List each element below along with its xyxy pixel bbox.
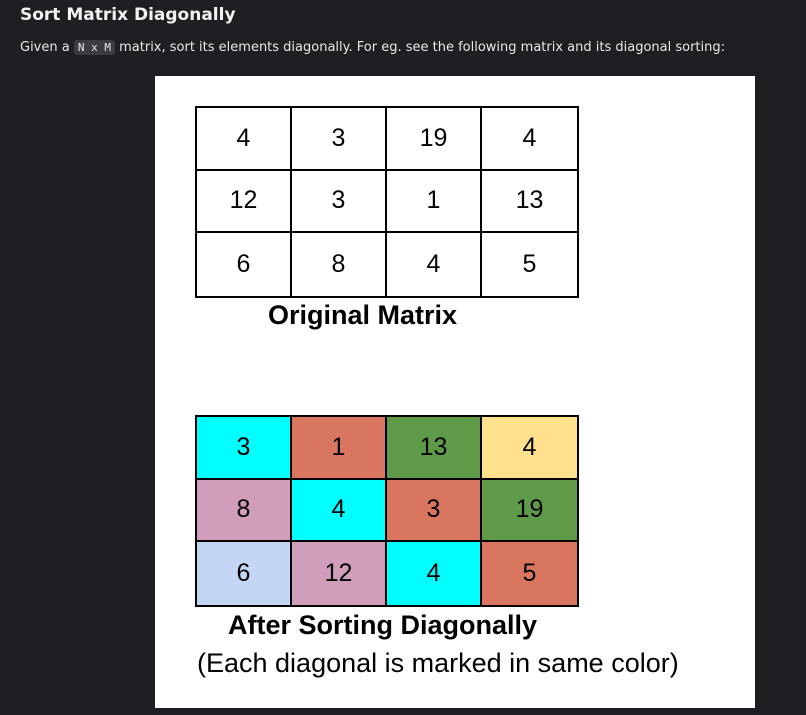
original-cell-1-2: 1 xyxy=(387,170,482,234)
description-suffix: matrix, sort its elements diagonally. Fo… xyxy=(114,40,726,55)
sorted-cell-1-2: 3 xyxy=(387,479,482,543)
sorted-cell-1-3: 19 xyxy=(482,479,577,543)
inline-code: N x M xyxy=(73,40,115,55)
sorted-cell-0-0: 3 xyxy=(197,417,292,480)
diagonal-color-note: (Each diagonal is marked in same color) xyxy=(197,648,679,678)
sorted-cell-2-2: 4 xyxy=(387,542,482,605)
sorted-cell-0-3: 4 xyxy=(482,417,577,480)
original-cell-1-1: 3 xyxy=(292,170,387,234)
sorted-cell-1-1: 4 xyxy=(292,479,387,543)
sorted-cell-1-0: 8 xyxy=(197,479,292,543)
sorted-cell-2-1: 12 xyxy=(292,542,387,605)
sorted-matrix: 3 1 13 4 8 4 3 19 6 12 4 5 xyxy=(195,415,579,607)
original-cell-0-1: 3 xyxy=(292,108,387,171)
page-title: Sort Matrix Diagonally xyxy=(20,5,236,25)
original-cell-1-0: 12 xyxy=(197,170,292,234)
original-cell-2-2: 4 xyxy=(387,233,482,296)
original-cell-0-0: 4 xyxy=(197,108,292,171)
sorted-cell-0-1: 1 xyxy=(292,417,387,480)
description: Given a N x M matrix, sort its elements … xyxy=(20,38,725,58)
original-cell-2-1: 8 xyxy=(292,233,387,296)
original-matrix-caption: Original Matrix xyxy=(268,300,458,330)
description-prefix: Given a xyxy=(20,40,74,55)
sorted-cell-2-0: 6 xyxy=(197,542,292,605)
original-cell-1-3: 13 xyxy=(482,171,577,234)
original-cell-0-3: 4 xyxy=(482,108,577,171)
matrix-figure: 4 3 19 4 12 3 1 13 6 8 4 5 Original Matr… xyxy=(155,76,755,708)
sorted-cell-0-2: 13 xyxy=(387,417,482,480)
sorted-matrix-caption: After Sorting Diagonally xyxy=(228,610,538,640)
original-cell-2-3: 5 xyxy=(522,250,537,279)
original-cell-0-2: 19 xyxy=(387,108,482,171)
original-matrix: 4 3 19 4 12 3 1 13 6 8 4 5 xyxy=(195,106,579,298)
sorted-cell-2-3: 5 xyxy=(482,542,577,605)
original-cell-2-0: 6 xyxy=(197,233,292,296)
